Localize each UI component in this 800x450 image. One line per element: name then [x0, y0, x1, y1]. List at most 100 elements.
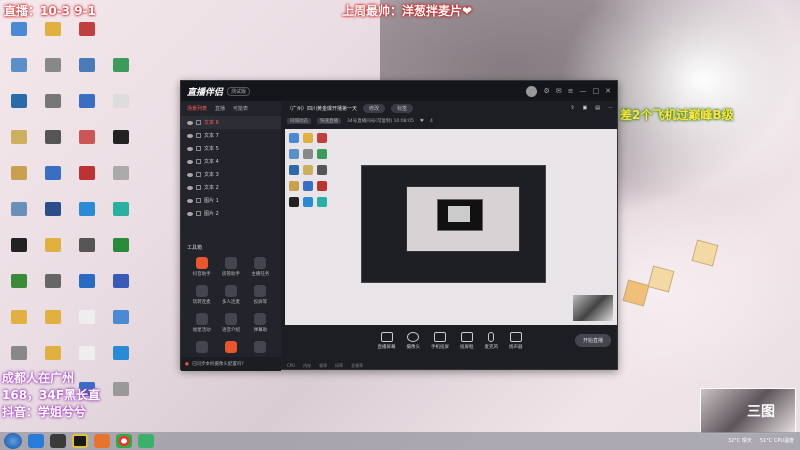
scene-item[interactable]: 图片 1 [181, 194, 281, 207]
tab-scenes[interactable]: 场景列表 [187, 105, 207, 112]
lock-icon[interactable] [196, 120, 201, 125]
desktop-icon[interactable] [70, 166, 104, 196]
taskbar-app-icon[interactable] [138, 434, 154, 448]
camera-tip[interactable]: ● 已同步本机摄像头配置吗? [181, 357, 281, 371]
tool-item[interactable]: 弹幕助 [246, 313, 275, 333]
lock-icon[interactable] [196, 133, 201, 138]
scene-item[interactable]: 图片 2 [181, 207, 281, 220]
taskbar-app-icon[interactable] [28, 434, 44, 448]
lock-icon[interactable] [196, 211, 201, 216]
room-tag[interactable]: 快速直播 [317, 118, 341, 124]
tag-button[interactable]: 标签 [391, 103, 414, 113]
desktop-icon[interactable] [36, 166, 70, 196]
tool-item[interactable]: 多人连麦 [216, 285, 245, 305]
cpu-temp-widget[interactable]: 51°C CPU温度 [760, 438, 794, 444]
title-bar[interactable]: 直播伴侣 测试版 ⚙ ✉ ≡ — □ ✕ [181, 81, 617, 101]
desktop-icon[interactable] [2, 166, 36, 196]
desktop-icon[interactable] [2, 22, 36, 52]
desktop-icon[interactable] [36, 130, 70, 160]
eye-icon[interactable] [187, 198, 193, 203]
gift-icon[interactable]: ▣ [583, 105, 588, 111]
eye-icon[interactable] [187, 211, 193, 216]
camera-button[interactable]: 摄像头 [407, 332, 420, 350]
menu-icon[interactable]: ≡ [568, 87, 574, 95]
eye-icon[interactable] [187, 159, 193, 164]
desktop-icon[interactable] [2, 274, 36, 304]
tool-item[interactable]: 语音介绍 [216, 313, 245, 333]
desktop-icon[interactable] [36, 310, 70, 340]
tool-item[interactable]: 主播任务 [246, 257, 275, 277]
desktop-icon[interactable] [104, 130, 138, 160]
desktop-icon[interactable] [70, 238, 104, 268]
lock-icon[interactable] [196, 198, 201, 203]
desktop-icon[interactable] [104, 94, 138, 124]
desktop-icon[interactable] [36, 22, 70, 52]
desktop-icon[interactable] [36, 238, 70, 268]
lock-icon[interactable] [196, 172, 201, 177]
eye-icon[interactable] [187, 185, 193, 190]
desktop-icon[interactable] [104, 238, 138, 268]
microphone-button[interactable]: 麦克风 [485, 332, 498, 350]
taskbar-app-icon[interactable] [72, 434, 88, 448]
desktop-icon[interactable] [104, 382, 138, 412]
lock-icon[interactable] [196, 185, 201, 190]
lock-icon[interactable]: ▤ [595, 105, 600, 111]
desktop-icon[interactable] [2, 238, 36, 268]
eye-icon[interactable] [187, 120, 193, 125]
message-icon[interactable]: ✉ [556, 87, 562, 95]
minimize-icon[interactable]: — [580, 87, 587, 95]
desktop-icon[interactable] [70, 22, 104, 52]
desktop-icon[interactable] [2, 202, 36, 232]
desktop-icon[interactable] [2, 94, 36, 124]
desktop-icon[interactable] [36, 202, 70, 232]
scene-item[interactable]: 文本 5 [181, 142, 281, 155]
scene-item[interactable]: 文本 6 [181, 116, 281, 129]
scene-item[interactable]: 文本 2 [181, 181, 281, 194]
desktop-icon[interactable] [104, 166, 138, 196]
desktop-icon[interactable] [70, 310, 104, 340]
more-icon[interactable]: ⋯ [608, 105, 613, 111]
desktop-icon[interactable] [70, 202, 104, 232]
cast-frame-button[interactable]: 投屏框 [460, 332, 474, 350]
desktop-icon[interactable] [2, 58, 36, 88]
desktop-icon[interactable] [36, 274, 70, 304]
eye-icon[interactable] [187, 172, 193, 177]
tool-item[interactable]: 福星活动 [187, 313, 216, 333]
tool-item[interactable] [216, 341, 245, 355]
screen-capture-button[interactable]: 直播屏幕 [378, 332, 396, 350]
desktop-icon[interactable] [70, 274, 104, 304]
room-tag[interactable]: 同城动态 [287, 118, 311, 124]
scene-item[interactable]: 文本 3 [181, 168, 281, 181]
scene-item[interactable]: 文本 7 [181, 129, 281, 142]
tool-item[interactable]: 房管助手 [216, 257, 245, 277]
scene-item[interactable]: 文本 4 [181, 155, 281, 168]
desktop-icon[interactable] [2, 310, 36, 340]
taskbar-app-icon[interactable] [94, 434, 110, 448]
weather-widget[interactable]: 32°C 晴天 [728, 438, 752, 444]
maximize-icon[interactable]: □ [593, 87, 600, 95]
eye-icon[interactable] [187, 133, 193, 138]
lock-icon[interactable] [196, 146, 201, 151]
eye-icon[interactable] [187, 146, 193, 151]
tool-item[interactable]: 玩转连麦 [187, 285, 216, 305]
desktop-icon[interactable] [2, 130, 36, 160]
desktop-icon[interactable] [104, 310, 138, 340]
desktop-icon[interactable] [104, 202, 138, 232]
taskbar-app-icon[interactable] [50, 434, 66, 448]
desktop-icon[interactable] [70, 58, 104, 88]
close-icon[interactable]: ✕ [605, 87, 611, 95]
lock-icon[interactable] [196, 159, 201, 164]
start-button[interactable] [4, 433, 22, 449]
phone-cast-button[interactable]: 手机投屏 [431, 332, 449, 350]
stream-preview[interactable] [285, 129, 617, 325]
chrome-icon[interactable] [116, 434, 132, 448]
desktop-icon[interactable] [70, 130, 104, 160]
tool-item[interactable]: 抖音助手 [187, 257, 216, 277]
start-live-button[interactable]: 开始直播 [574, 334, 611, 347]
speaker-button[interactable]: 扬声器 [509, 332, 523, 350]
desktop-icon[interactable] [36, 58, 70, 88]
settings-icon[interactable]: ⚙ [543, 87, 549, 95]
tab-live[interactable]: 直播 [215, 105, 225, 112]
tool-item[interactable]: 投屏等 [246, 285, 275, 305]
share-icon[interactable]: ⇪ [570, 105, 574, 111]
